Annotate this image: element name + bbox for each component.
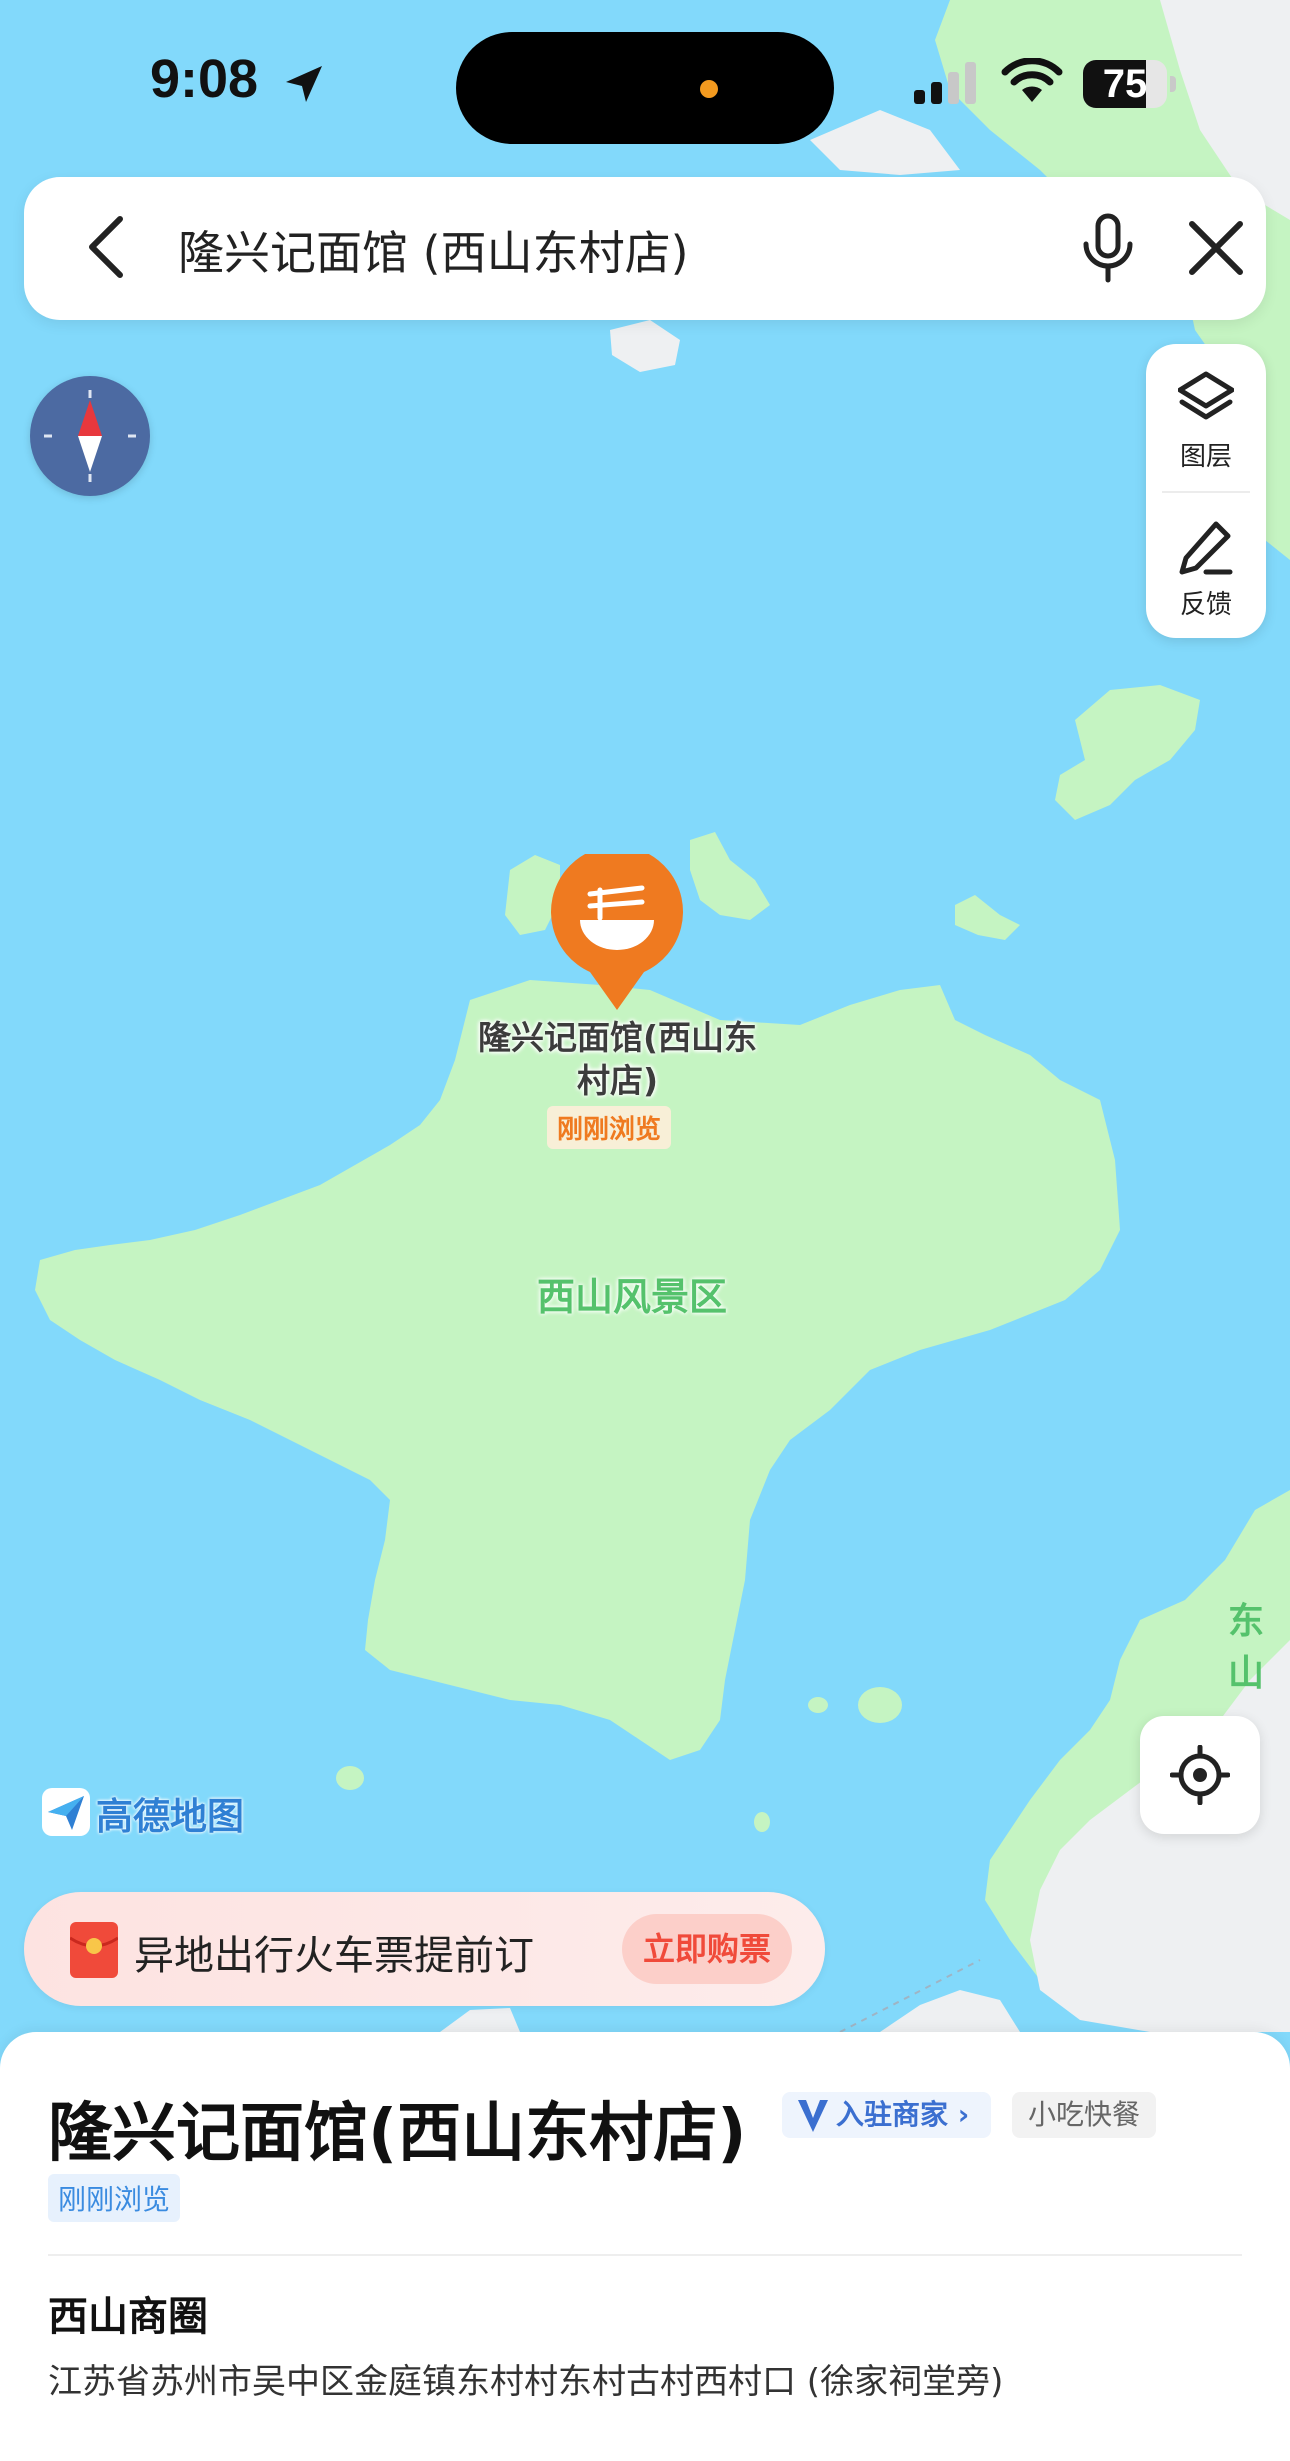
search-query[interactable]: 隆兴记面馆 (西山东村店): [178, 217, 689, 283]
location-arrow-icon: [286, 66, 322, 102]
layers-button[interactable]: 图层: [1146, 344, 1266, 490]
feedback-button[interactable]: 反馈: [1146, 492, 1266, 638]
locate-me-button[interactable]: [1140, 1716, 1260, 1834]
layers-icon: [1178, 371, 1234, 420]
compass-button[interactable]: [30, 376, 150, 496]
privacy-indicator-dot: [700, 80, 718, 98]
place-title: 隆兴记面馆(西山东村店): [48, 2097, 747, 2171]
place-detail-sheet[interactable]: 隆兴记面馆(西山东村店) 入驻商家 › 小吃快餐 刚刚浏览 西山商圈 江苏省苏州…: [0, 2032, 1290, 2461]
category-tag: 小吃快餐: [1012, 2092, 1157, 2138]
back-arrow-icon[interactable]: [86, 215, 126, 279]
verified-v-icon: [798, 2100, 828, 2132]
feedback-pen-icon: [1179, 521, 1233, 575]
wifi-icon: [1001, 58, 1063, 102]
battery-percent: 75: [1102, 62, 1148, 106]
map-tools-panel: 图层 反馈: [1146, 344, 1266, 638]
cellular-signal-icon: [914, 62, 976, 104]
area-label-east: 东山: [1228, 1601, 1265, 1694]
microphone-icon[interactable]: [1078, 212, 1138, 284]
chevron-right-icon: ›: [948, 2098, 970, 2131]
search-bar[interactable]: 隆兴记面馆 (西山东村店): [24, 177, 1266, 320]
status-time: 9:08: [150, 49, 259, 109]
merchant-badge-label: 入驻商家: [836, 2098, 949, 2131]
sheet-divider: [48, 2254, 1242, 2256]
amap-logo-text: 高德地图: [96, 1795, 244, 1838]
crosshair-icon: [1170, 1745, 1230, 1805]
close-icon[interactable]: [1188, 220, 1244, 276]
feedback-label: 反馈: [1179, 590, 1232, 620]
restaurant-pin-icon[interactable]: [550, 854, 684, 1014]
district-label: 西山商圈: [48, 2294, 208, 2340]
buy-ticket-button[interactable]: 立即购票: [622, 1914, 792, 1984]
red-envelope-icon: [70, 1922, 118, 1978]
area-label: 西山风景区: [537, 1275, 728, 1319]
battery-cap: [1170, 76, 1176, 92]
dynamic-island: [456, 32, 834, 144]
poi-recent-tag: 刚刚浏览: [547, 1106, 672, 1149]
recent-tag: 刚刚浏览: [48, 2174, 181, 2222]
address-text[interactable]: 江苏省苏州市吴中区金庭镇东村村东村古村西村口 (徐家祠堂旁): [48, 2354, 1003, 2403]
promo-text: 异地出行火车票提前订: [134, 1933, 534, 1979]
battery-indicator: 75: [1083, 60, 1167, 108]
merchant-badge[interactable]: 入驻商家 ›: [782, 2092, 992, 2138]
layers-label: 图层: [1179, 442, 1232, 472]
amap-logo-icon: [42, 1788, 90, 1836]
compass-icon: [44, 390, 136, 482]
promo-banner[interactable]: 异地出行火车票提前订 立即购票: [24, 1892, 825, 2006]
poi-map-label[interactable]: 隆兴记面馆(西山东村店): [470, 1016, 765, 1102]
